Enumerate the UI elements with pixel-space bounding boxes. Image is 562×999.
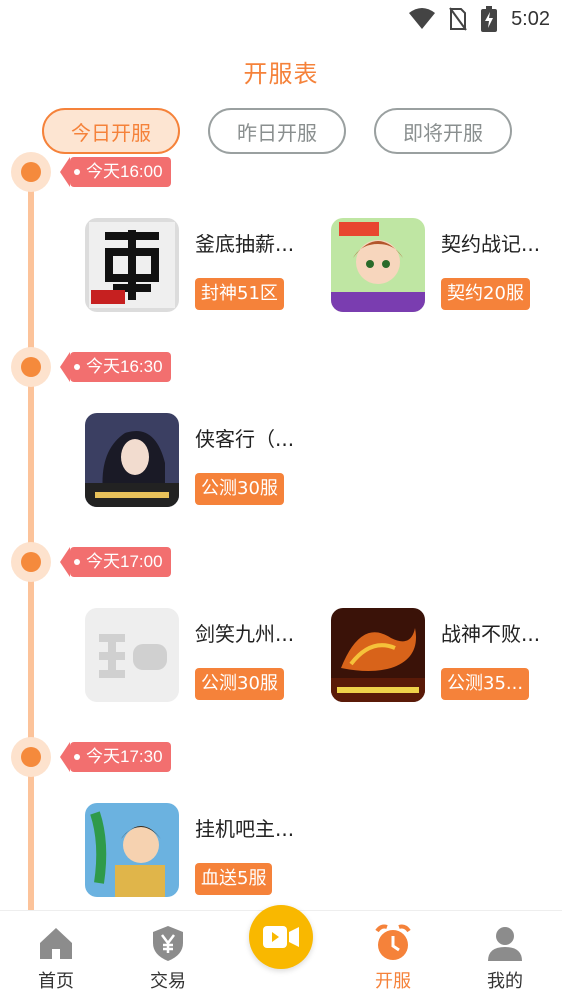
- timeline-node: [11, 542, 51, 582]
- tab-yesterday[interactable]: 昨日开服: [208, 108, 346, 154]
- game-item[interactable]: 挂机吧主... 血送5服: [85, 803, 325, 899]
- timeline-node: [11, 347, 51, 387]
- alarm-clock-icon: [375, 924, 411, 960]
- video-camera-icon: [263, 926, 299, 948]
- no-sim-icon: [449, 7, 467, 31]
- game-item[interactable]: 侠客行（... 公测30服: [85, 413, 325, 509]
- game-name: 战神不败...: [441, 622, 541, 646]
- timeline-node: [11, 152, 51, 192]
- dragon-calligraphy-icon: [85, 218, 179, 312]
- time-tag: 今天16:00: [60, 157, 171, 187]
- game-name: 契约战记...: [441, 232, 541, 256]
- nav-mine[interactable]: 我的: [465, 911, 545, 999]
- game-name: 剑笑九州...: [195, 622, 295, 646]
- timeline-node: [11, 737, 51, 777]
- game-item[interactable]: 剑笑九州... 公测30服: [85, 608, 325, 704]
- game-item[interactable]: 釜底抽薪... 封神51区: [85, 218, 325, 314]
- swordswoman-icon: [85, 413, 179, 507]
- time-tag: 今天16:30: [60, 352, 171, 382]
- fire-dragon-icon: [331, 608, 425, 702]
- game-name: 侠客行（...: [195, 427, 295, 451]
- bottom-nav: 首页 交易 开服 我的: [0, 905, 562, 999]
- server-badge: 封神51区: [195, 278, 284, 310]
- battery-charging-icon: [481, 6, 498, 32]
- server-badge: 公测30服: [195, 668, 284, 700]
- page-title: 开服表: [243, 60, 319, 88]
- anime-girl-icon: [331, 218, 425, 312]
- time-tag: 今天17:30: [60, 742, 171, 772]
- status-bar: 5:02: [0, 0, 562, 40]
- nav-home[interactable]: 首页: [16, 911, 96, 999]
- nav-label: 交易: [150, 971, 186, 992]
- game-item[interactable]: 战神不败... 公测35...: [331, 608, 562, 704]
- status-time: 5:02: [511, 7, 550, 30]
- date-tabs: 今日开服 昨日开服 即将开服: [42, 108, 520, 154]
- server-badge: 公测35...: [441, 668, 530, 700]
- nav-label: 开服: [375, 971, 411, 992]
- server-badge: 血送5服: [195, 863, 273, 895]
- placeholder-play-icon: [85, 608, 179, 702]
- user-icon: [488, 927, 522, 961]
- shield-yen-icon: [153, 926, 183, 961]
- nav-servers[interactable]: 开服: [353, 911, 433, 999]
- game-name: 挂机吧主...: [195, 817, 295, 841]
- timeline-line: [28, 160, 34, 915]
- server-badge: 公测30服: [195, 473, 284, 505]
- nav-label: 我的: [487, 971, 523, 992]
- wifi-icon: [409, 8, 436, 29]
- tab-upcoming[interactable]: 即将开服: [374, 108, 512, 154]
- nav-trade[interactable]: 交易: [128, 911, 208, 999]
- cartoon-hero-icon: [85, 803, 179, 897]
- video-button[interactable]: [249, 905, 313, 969]
- tab-today[interactable]: 今日开服: [42, 108, 180, 154]
- server-badge: 契约20服: [441, 278, 530, 310]
- home-icon: [40, 928, 72, 959]
- nav-label: 首页: [38, 971, 74, 992]
- game-item[interactable]: 契约战记... 契约20服: [331, 218, 562, 314]
- game-name: 釜底抽薪...: [195, 232, 295, 256]
- time-tag: 今天17:00: [60, 547, 171, 577]
